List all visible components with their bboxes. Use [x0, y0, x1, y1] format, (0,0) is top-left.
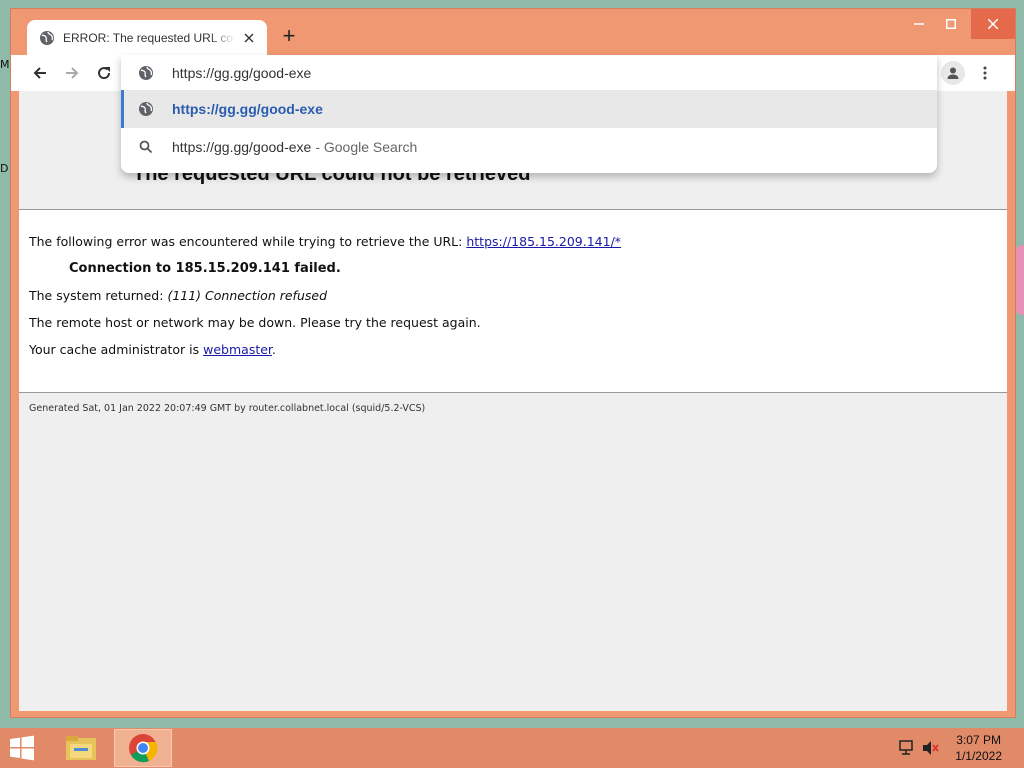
clock-date: 1/1/2022 [955, 749, 1002, 763]
maximize-icon[interactable] [935, 9, 967, 39]
chrome-icon[interactable] [114, 729, 172, 767]
system-returned-value: (111) Connection refused [167, 288, 328, 303]
new-tab-button[interactable]: + [277, 25, 301, 49]
system-returned-label: The system returned: [29, 288, 164, 303]
omnibox-suggestion-url[interactable]: https://gg.gg/good-exe [121, 90, 937, 128]
desktop-icon-label-m: M [0, 58, 10, 71]
volume-muted-icon[interactable] [922, 740, 940, 756]
globe-icon [138, 65, 154, 81]
cache-admin-label: Your cache administrator is [29, 342, 200, 357]
cache-admin-line: Your cache administrator is webmaster. [29, 342, 276, 357]
cache-admin-suffix: . [271, 342, 276, 357]
address-input[interactable]: https://gg.gg/good-exe [172, 65, 311, 81]
system-returned-line: The system returned: (111) Connection re… [29, 288, 327, 303]
address-bar[interactable]: https://gg.gg/good-exe [121, 55, 937, 91]
tab-close-icon[interactable] [241, 30, 257, 46]
profile-avatar-icon[interactable] [941, 61, 965, 85]
suggestion-text: https://gg.gg/good-exe [172, 101, 323, 117]
desktop-icon-label-d: D [0, 162, 9, 175]
tab-title: ERROR: The requested URL could not be re… [63, 31, 235, 45]
remote-host-line: The remote host or network may be down. … [29, 315, 481, 330]
browser-tab[interactable]: ERROR: The requested URL could not be re… [27, 20, 267, 56]
connection-failed-text: Connection to 185.15.209.141 failed. [69, 261, 341, 276]
windows-start-icon[interactable] [8, 734, 40, 762]
forward-arrow-icon[interactable] [60, 61, 84, 85]
window-close-icon[interactable] [971, 9, 1015, 39]
clock-time: 3:07 PM [956, 733, 1001, 747]
globe-icon [138, 101, 154, 117]
tab-strip: ERROR: The requested URL could not be re… [11, 9, 1015, 56]
page-footer: Generated Sat, 01 Jan 2022 20:07:49 GMT … [29, 403, 426, 414]
network-icon[interactable] [898, 740, 916, 756]
error-details: The following error was encountered whil… [19, 209, 1007, 393]
minimize-icon[interactable] [903, 9, 935, 39]
system-clock[interactable]: 3:07 PM 1/1/2022 [955, 732, 1002, 764]
suggestion-text: https://gg.gg/good-exe [172, 139, 312, 155]
globe-icon [39, 30, 55, 46]
back-arrow-icon[interactable] [28, 61, 52, 85]
webmaster-link[interactable]: webmaster [203, 342, 272, 357]
browser-window: ERROR: The requested URL could not be re… [10, 8, 1016, 718]
taskbar: 3:07 PM 1/1/2022 [0, 728, 1024, 768]
error-line-text: The following error was encountered whil… [29, 234, 463, 249]
more-menu-icon[interactable] [973, 61, 997, 85]
reload-icon[interactable] [92, 61, 116, 85]
omnibox-dropdown: https://gg.gg/good-exe https://gg.gg/goo… [121, 55, 937, 173]
failed-url-link[interactable]: https://185.15.209.141/* [466, 234, 621, 249]
page-viewport: The requested URL could not be retrieved… [19, 91, 1007, 711]
omnibox-suggestion-search[interactable]: https://gg.gg/good-exe - Google Search [121, 128, 937, 166]
suggestion-hint: - Google Search [315, 139, 418, 155]
file-explorer-icon[interactable] [52, 729, 110, 767]
search-icon [138, 139, 154, 155]
error-line: The following error was encountered whil… [29, 234, 621, 249]
